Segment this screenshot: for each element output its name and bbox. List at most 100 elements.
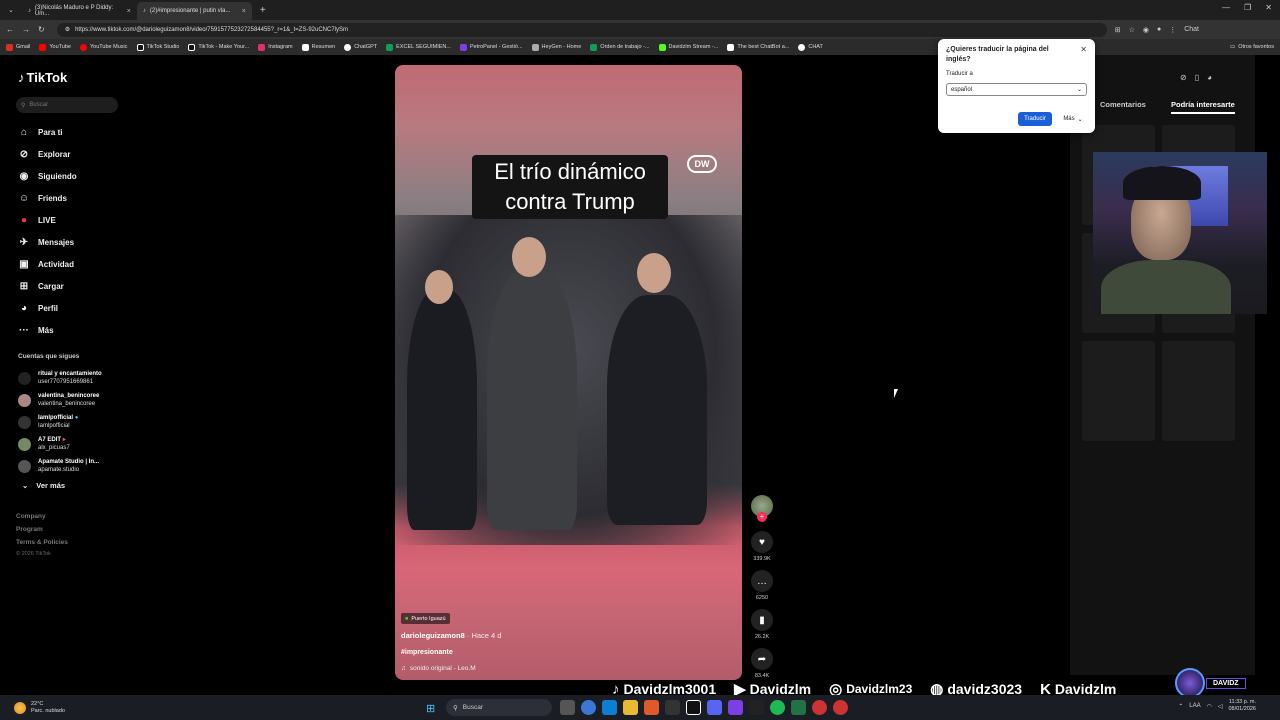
tiktok-icon[interactable] [686,700,701,715]
tab-comments[interactable]: Comentarios [1100,100,1146,109]
following-account[interactable]: Iamlpofficial ● Iamlpofficial [18,414,78,430]
nav-following[interactable]: ◉ Siguiendo [18,168,77,184]
bookmark-item[interactable]: TikTok Studio [136,43,179,51]
new-tab-icon[interactable]: + [260,5,266,16]
video-thumbnail[interactable] [1082,341,1155,441]
bookmark-item[interactable]: Resumen [301,43,335,51]
bookmark-item[interactable]: CHAT [798,43,823,51]
comment-button[interactable]: … 6250 [751,570,773,601]
translate-icon[interactable]: ⊞ [1115,26,1121,34]
video-author[interactable]: darioleguizamon8 · Hace 4 d [401,631,501,640]
bookmark-item[interactable]: HeyGen - Home [531,43,581,51]
minimize-icon[interactable]: — [1222,3,1230,12]
app-icon[interactable] [728,700,743,715]
nav-friends[interactable]: ☺ Friends [18,190,67,206]
back-icon[interactable]: ← [6,25,14,34]
location-badge[interactable]: ■ Puerto Iguazú [401,613,450,624]
bookmark-item[interactable]: The best ChatBot a... [727,43,789,51]
discord-icon[interactable] [707,700,722,715]
task-view-icon[interactable] [560,700,575,715]
bookmark-item[interactable]: YouTube [39,43,71,51]
following-account[interactable]: ritual y encantamiento user7707951669861 [18,370,102,386]
bookmark-item[interactable]: Orden de trabajo -... [590,43,650,51]
chat-button[interactable]: Chat [1184,26,1199,33]
bookmark-star-icon[interactable]: ☆ [1129,26,1135,34]
footer-program[interactable]: Program [16,526,43,533]
extension-icon[interactable]: ◉ [1143,26,1149,34]
chevron-up-icon[interactable]: ⌃ [1178,703,1183,710]
nav-messages[interactable]: ✈ Mensajes [18,234,74,250]
following-account[interactable]: Apamate Studio | In... apamate.studio [18,458,99,474]
search-input[interactable]: ⚲ Buscar [16,97,118,113]
weather-widget[interactable]: 22°C Parc. nublado [14,695,65,720]
edge-icon[interactable] [602,700,617,715]
video-thumbnail[interactable] [1162,341,1235,441]
like-button[interactable]: ♥ 339.9K [751,531,773,562]
app-icon[interactable] [665,700,680,715]
browser-tab-2[interactable]: ♪ (2)#impresionante | putin vla... × [136,2,252,20]
translate-button[interactable]: Traducir [1018,112,1052,126]
site-info-icon[interactable]: ⚙ [65,26,70,33]
close-tab-icon[interactable]: × [242,8,246,15]
bookmark-item[interactable]: TikTok - Make Your... [188,43,249,51]
excel-icon[interactable] [791,700,806,715]
url-field[interactable]: ⚙ https://www.tiktok.com/@darioleguizamo… [56,22,1107,37]
forward-icon[interactable]: → [22,25,30,34]
language-indicator[interactable]: LAA [1189,703,1200,709]
nav-live[interactable]: ● LIVE [18,212,56,228]
device-icon[interactable]: ▯ [1195,73,1199,82]
chrome-icon[interactable] [581,700,596,715]
footer-terms[interactable]: Terms & Policies [16,539,68,546]
nav-explore[interactable]: ⊘ Explorar [18,146,71,162]
video-player[interactable]: El trío dinámico contra Trump DW ■ Puert… [395,65,742,680]
other-bookmarks[interactable]: ▭ Otros favoritos [1230,44,1274,50]
following-account[interactable]: valentina_benincoree valentina_benincoree [18,392,99,408]
bookmark-item[interactable]: Davidzlm Stream -... [658,43,718,51]
clock[interactable]: 11:33 p. m. 08/01/2026 [1228,699,1256,713]
compass-icon[interactable]: ⊘ [1180,73,1187,82]
share-button[interactable]: ➦ 83.4K [751,648,773,679]
video-sound[interactable]: ♫ sonido original - Leo.M [401,665,476,672]
following-account[interactable]: A7 EDIT ▸ alx_picuas7 [18,436,70,452]
maximize-icon[interactable]: ❐ [1244,3,1251,12]
app-icon[interactable] [812,700,827,715]
video-hashtag[interactable]: #impresionante [401,649,453,656]
bookmark-item[interactable]: PetroPanel - Gestió... [459,43,523,51]
capcut-icon[interactable] [749,700,764,715]
app-icon[interactable] [833,700,848,715]
windows-start-icon[interactable]: ⊞ [426,702,435,715]
bookmark-item[interactable]: EXCEL SEGUIMIEN... [386,43,451,51]
follow-plus-icon[interactable]: + [757,512,767,522]
tab-recommended[interactable]: Podría interesarte [1171,100,1235,114]
volume-icon[interactable]: ◁ [1218,703,1223,710]
nav-upload[interactable]: ⊞ Cargar [18,278,64,294]
tab-search-icon[interactable]: ⌄ [8,6,14,14]
nav-for-you[interactable]: ⌂ Para ti [18,124,63,140]
nav-activity[interactable]: ▣ Actividad [18,256,74,272]
tiktok-logo[interactable]: ♪ TikTok [18,70,67,85]
see-more-link[interactable]: ⌄ Ver más [22,481,65,490]
menu-icon[interactable]: ⋮ [1169,26,1176,34]
profile-icon[interactable]: ● [1157,26,1161,33]
save-button[interactable]: ▮ 26.2K [751,609,773,640]
bookmark-item[interactable]: Gmail [6,43,30,51]
nav-more[interactable]: ··· Más [18,322,54,338]
bookmark-item[interactable]: YouTube Music [80,43,128,51]
browser-tab-1[interactable]: ♪ (3)Nicolás Maduro e P Diddy: Um... × [22,2,137,20]
nav-profile[interactable]: ◕ Perfil [18,300,58,316]
creator-avatar[interactable]: + [751,495,773,522]
wifi-icon[interactable]: ◠ [1207,703,1212,710]
more-options-button[interactable]: Más ⌄ [1058,112,1088,126]
taskbar-search[interactable]: ⚲ Buscar [446,699,552,716]
bookmark-item[interactable]: ChatGPT [344,43,377,51]
close-tab-icon[interactable]: × [127,8,131,15]
reload-icon[interactable]: ↻ [38,25,45,34]
close-icon[interactable]: ✕ [1080,45,1087,54]
close-window-icon[interactable]: ✕ [1265,3,1272,12]
bookmark-item[interactable]: Instagram [258,43,293,51]
spotify-icon[interactable] [770,700,785,715]
app-icon[interactable] [644,700,659,715]
user-avatar[interactable]: ◕ [1207,73,1212,82]
language-select[interactable]: español ⌄ [946,83,1087,96]
footer-company[interactable]: Company [16,513,46,520]
